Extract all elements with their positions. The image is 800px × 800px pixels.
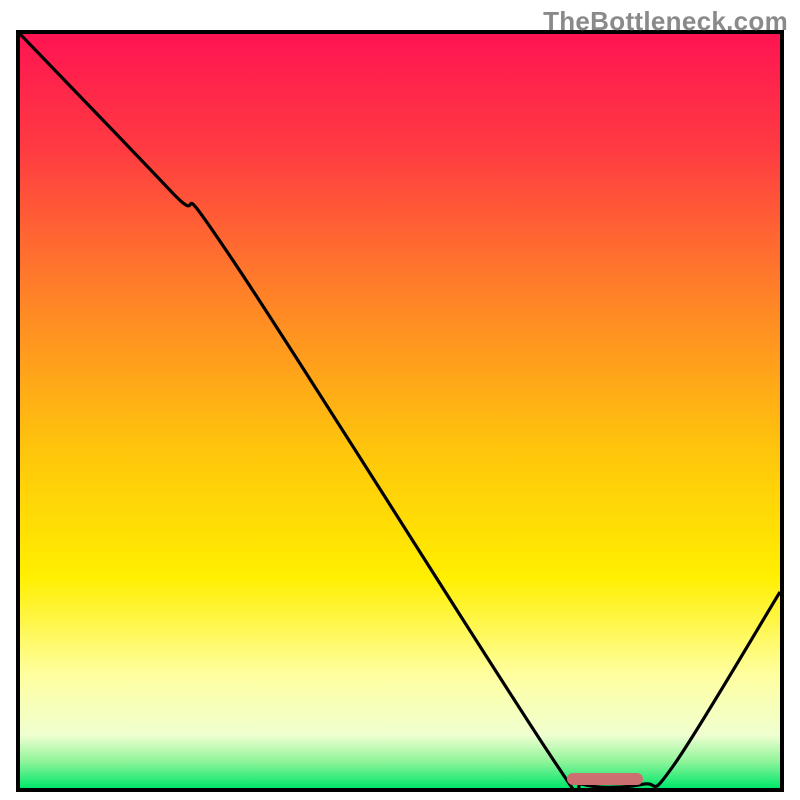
plot-area [20,34,780,788]
chart-container: TheBottleneck.com [0,0,800,800]
optimal-range-marker [567,773,643,785]
bottleneck-curve [20,34,780,788]
plot-frame [16,30,784,792]
watermark-text: TheBottleneck.com [543,6,788,37]
